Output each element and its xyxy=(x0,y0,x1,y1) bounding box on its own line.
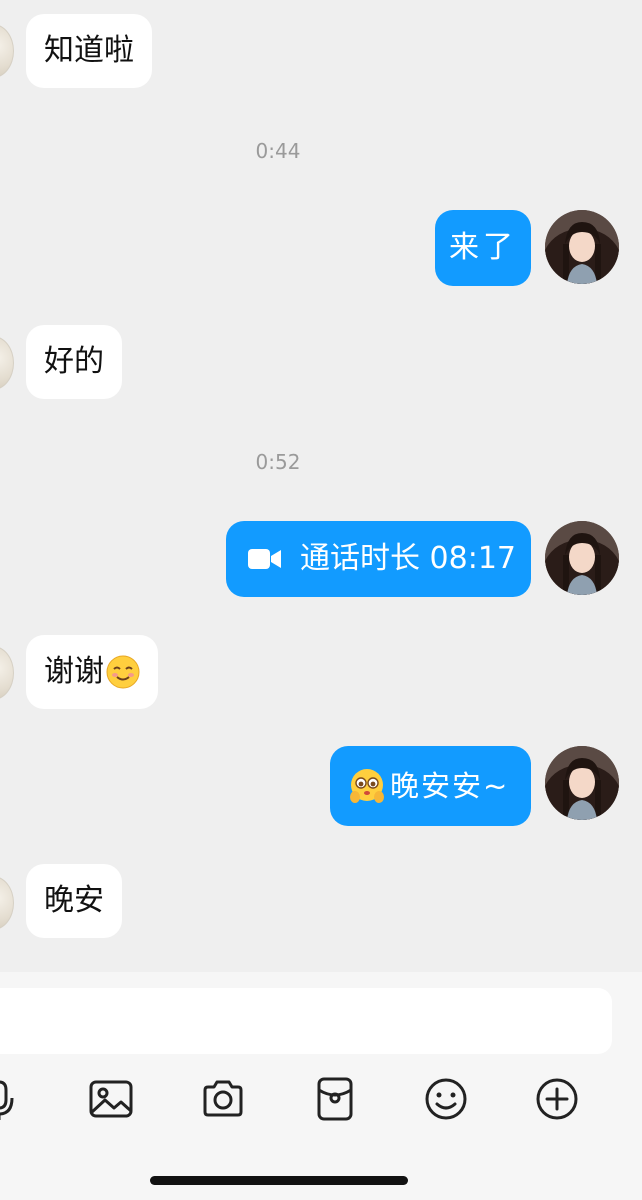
message-text: 晚安安~ xyxy=(390,768,510,803)
microphone-icon[interactable] xyxy=(0,1076,22,1122)
home-indicator xyxy=(150,1176,408,1185)
message-text: 谢谢 xyxy=(44,654,104,689)
video-call-record-bubble[interactable]: 通话时长 08:17 xyxy=(226,521,531,597)
smiling-face-emoji xyxy=(106,655,140,689)
camera-icon[interactable] xyxy=(200,1076,246,1122)
call-duration-text: 通话时长 08:17 xyxy=(300,541,516,576)
chat-screen: 知道啦 0:44 来了 好的 0:52 通话时长 08:17 谢谢 晚安安~ 晚… xyxy=(0,0,642,1200)
incoming-message-bubble[interactable]: 知道啦 xyxy=(26,14,152,88)
message-text: 晚安 xyxy=(44,883,104,918)
outgoing-message-bubble[interactable]: 来了 xyxy=(435,210,531,286)
pleading-face-hands-emoji xyxy=(348,767,386,805)
image-icon[interactable] xyxy=(88,1076,134,1122)
emoji-icon[interactable] xyxy=(423,1076,469,1122)
incoming-message-bubble[interactable]: 好的 xyxy=(26,325,122,399)
timestamp: 0:44 xyxy=(255,139,301,163)
contact-avatar[interactable] xyxy=(0,336,14,390)
outgoing-message-bubble[interactable]: 晚安安~ xyxy=(330,746,531,826)
plus-icon[interactable] xyxy=(534,1076,580,1122)
incoming-message-bubble[interactable]: 谢谢 xyxy=(26,635,158,709)
contact-avatar[interactable] xyxy=(0,646,14,700)
user-avatar[interactable] xyxy=(545,210,619,284)
contact-avatar[interactable] xyxy=(0,24,14,78)
message-text: 来了 xyxy=(449,230,517,265)
incoming-message-bubble[interactable]: 晚安 xyxy=(26,864,122,938)
contact-avatar[interactable] xyxy=(0,876,14,930)
user-avatar[interactable] xyxy=(545,521,619,595)
video-camera-icon xyxy=(248,547,282,571)
message-input[interactable] xyxy=(0,988,612,1054)
red-packet-icon[interactable] xyxy=(312,1076,358,1122)
message-text: 知道啦 xyxy=(44,33,134,68)
message-text: 好的 xyxy=(44,344,104,379)
user-avatar[interactable] xyxy=(545,746,619,820)
timestamp: 0:52 xyxy=(255,450,301,474)
